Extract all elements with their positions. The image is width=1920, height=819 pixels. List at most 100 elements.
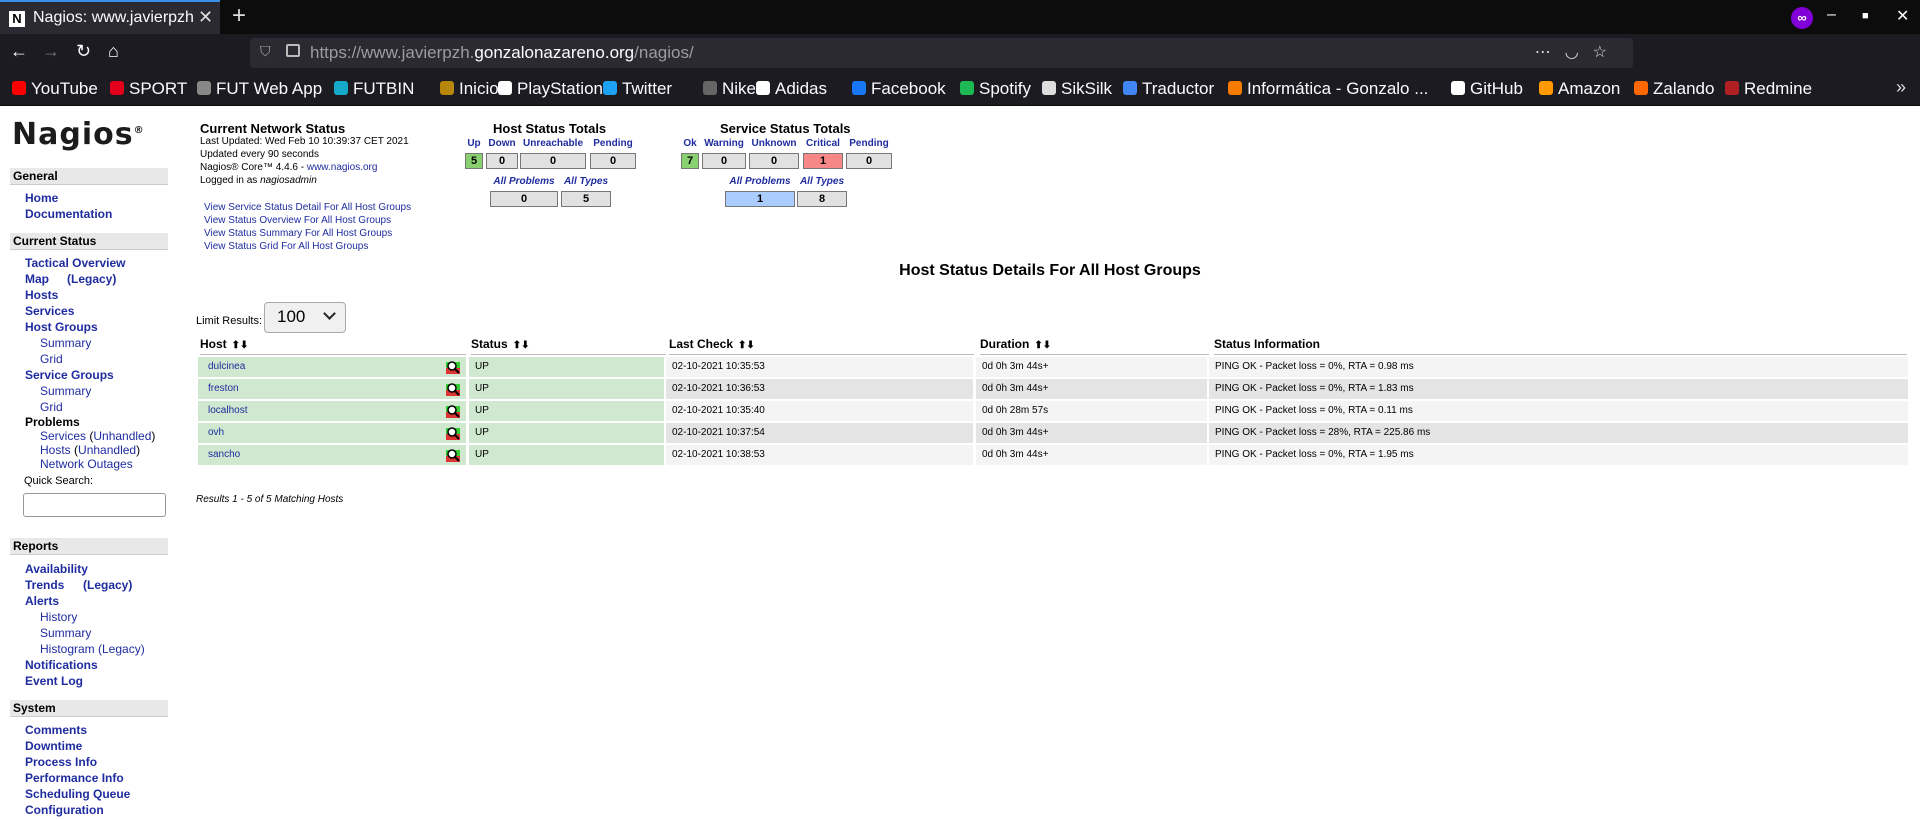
- nav-home[interactable]: Home: [25, 191, 58, 205]
- bookmark-item[interactable]: Redmine: [1725, 79, 1812, 99]
- bookmark-item[interactable]: FUTBIN: [334, 79, 414, 99]
- host-cell[interactable]: dulcinea: [198, 357, 466, 377]
- link-service-status-detail[interactable]: View Service Status Detail For All Host …: [204, 202, 411, 213]
- host-all-problems-header[interactable]: All Problems: [490, 176, 558, 187]
- close-window-icon[interactable]: ✕: [1896, 6, 1909, 26]
- nav-alerts-summary[interactable]: Summary: [40, 626, 91, 640]
- url-text[interactable]: https://www.javierpzh.gonzalonazareno.or…: [310, 43, 694, 63]
- host-all-types-header[interactable]: All Types: [561, 176, 611, 187]
- limit-results-select[interactable]: 100: [264, 302, 346, 333]
- url-bar[interactable]: ⛉ https://www.javierpzh.gonzalonazareno.…: [250, 38, 1633, 68]
- nav-hostgroups-summary[interactable]: Summary: [40, 336, 91, 350]
- nav-documentation[interactable]: Documentation: [25, 207, 112, 221]
- back-icon[interactable]: ←: [10, 41, 28, 62]
- bookmark-item[interactable]: Twitter: [603, 79, 672, 99]
- nav-map-legacy[interactable]: (Legacy): [67, 272, 116, 286]
- host-cell[interactable]: freston: [198, 379, 466, 399]
- nav-trends-legacy[interactable]: (Legacy): [83, 578, 132, 592]
- bookmark-item[interactable]: GitHub: [1451, 79, 1523, 99]
- service-details-icon[interactable]: [445, 359, 461, 375]
- bookmark-item[interactable]: FUT Web App: [197, 79, 322, 99]
- nav-alerts-histogram[interactable]: Histogram (Legacy): [40, 642, 145, 656]
- host-totals-header-pending[interactable]: Pending: [590, 138, 636, 149]
- page-actions[interactable]: ⋯◡☆: [1535, 42, 1621, 62]
- bookmark-item[interactable]: SPORT: [110, 79, 187, 99]
- bookmark-item[interactable]: Informática - Gonzalo ...: [1228, 79, 1428, 99]
- host-cell-text[interactable]: dulcinea: [208, 361, 245, 372]
- nav-problems-services[interactable]: Services (Unhandled): [40, 429, 155, 443]
- nav-network-outages[interactable]: Network Outages: [40, 457, 133, 471]
- quick-search-input[interactable]: [23, 493, 166, 517]
- service-details-icon[interactable]: [445, 425, 461, 441]
- nav-trends[interactable]: Trends: [25, 578, 64, 592]
- nav-hostgroups-grid[interactable]: Grid: [40, 352, 63, 366]
- bookmark-item[interactable]: Spotify: [960, 79, 1031, 99]
- host-cell-text[interactable]: sancho: [208, 449, 240, 460]
- bookmark-item[interactable]: Facebook: [852, 79, 946, 99]
- svc-totals-header-ok[interactable]: Ok: [681, 138, 699, 149]
- nagios-org-link[interactable]: www.nagios.org: [307, 162, 378, 173]
- nav-comments[interactable]: Comments: [25, 723, 87, 737]
- col-host[interactable]: Host ⬆⬇: [200, 337, 466, 355]
- close-tab-icon[interactable]: ✕: [198, 7, 213, 28]
- svc-all-types-header[interactable]: All Types: [797, 176, 847, 187]
- tracking-protection-icon[interactable]: ⛉: [260, 43, 271, 60]
- new-tab-icon[interactable]: +: [232, 2, 246, 30]
- service-details-icon[interactable]: [445, 381, 461, 397]
- nav-host-groups[interactable]: Host Groups: [25, 320, 98, 334]
- maximize-icon[interactable]: ■: [1862, 10, 1869, 22]
- svc-totals-header-warning[interactable]: Warning: [702, 138, 746, 149]
- link-status-grid[interactable]: View Status Grid For All Host Groups: [204, 241, 368, 252]
- minimize-icon[interactable]: –: [1827, 6, 1836, 24]
- bookmark-item[interactable]: PlayStation: [498, 79, 603, 99]
- bookmark-item[interactable]: Inicio: [440, 79, 499, 99]
- host-totals-header-up[interactable]: Up: [465, 138, 483, 149]
- host-cell[interactable]: sancho: [198, 445, 466, 465]
- bookmark-item[interactable]: Nike: [703, 79, 756, 99]
- svc-totals-header-unknown[interactable]: Unknown: [749, 138, 799, 149]
- nav-servicegroups-grid[interactable]: Grid: [40, 400, 63, 414]
- svc-totals-header-pending[interactable]: Pending: [846, 138, 892, 149]
- bookmark-item[interactable]: Zalando: [1634, 79, 1714, 99]
- nav-process-info[interactable]: Process Info: [25, 755, 97, 769]
- bookmark-item[interactable]: Adidas: [756, 79, 827, 99]
- nav-services[interactable]: Services: [25, 304, 74, 318]
- nav-downtime[interactable]: Downtime: [25, 739, 82, 753]
- more-bookmarks-icon[interactable]: »: [1896, 77, 1906, 98]
- sort-arrows-icon[interactable]: ⬆⬇: [1034, 340, 1051, 351]
- sort-arrows-icon[interactable]: ⬆⬇: [232, 340, 249, 351]
- link-status-summary[interactable]: View Status Summary For All Host Groups: [204, 228, 392, 239]
- reload-icon[interactable]: ↻: [76, 41, 91, 62]
- nav-hosts[interactable]: Hosts: [25, 288, 58, 302]
- nav-map[interactable]: Map: [25, 272, 49, 286]
- lock-icon[interactable]: [286, 44, 300, 57]
- link-status-overview[interactable]: View Status Overview For All Host Groups: [204, 215, 391, 226]
- nav-service-groups[interactable]: Service Groups: [25, 368, 114, 382]
- svc-all-problems-header[interactable]: All Problems: [725, 176, 795, 187]
- nav-alerts[interactable]: Alerts: [25, 594, 59, 608]
- nagios-logo[interactable]: Nagios®: [12, 117, 145, 152]
- host-cell[interactable]: ovh: [198, 423, 466, 443]
- col-status[interactable]: Status ⬆⬇: [471, 337, 666, 355]
- host-totals-header-down[interactable]: Down: [486, 138, 518, 149]
- sort-arrows-icon[interactable]: ⬆⬇: [738, 340, 755, 351]
- nav-notifications[interactable]: Notifications: [25, 658, 98, 672]
- home-icon[interactable]: ⌂: [108, 41, 119, 62]
- nav-tactical-overview[interactable]: Tactical Overview: [25, 256, 126, 270]
- nav-problems-hosts[interactable]: Hosts (Unhandled): [40, 443, 140, 457]
- bookmark-item[interactable]: Amazon: [1539, 79, 1620, 99]
- svc-totals-header-critical[interactable]: Critical: [803, 138, 843, 149]
- host-cell-text[interactable]: localhost: [208, 405, 247, 416]
- nav-event-log[interactable]: Event Log: [25, 674, 83, 688]
- bookmark-item[interactable]: Traductor: [1123, 79, 1214, 99]
- nav-servicegroups-summary[interactable]: Summary: [40, 384, 91, 398]
- service-details-icon[interactable]: [445, 447, 461, 463]
- host-cell[interactable]: localhost: [198, 401, 466, 421]
- nav-configuration[interactable]: Configuration: [25, 803, 104, 817]
- service-details-icon[interactable]: [445, 403, 461, 419]
- nav-scheduling-queue[interactable]: Scheduling Queue: [25, 787, 130, 801]
- bookmark-item[interactable]: YouTube: [12, 79, 98, 99]
- nav-availability[interactable]: Availability: [25, 562, 88, 576]
- host-cell-text[interactable]: ovh: [208, 427, 224, 438]
- nav-alerts-history[interactable]: History: [40, 610, 77, 624]
